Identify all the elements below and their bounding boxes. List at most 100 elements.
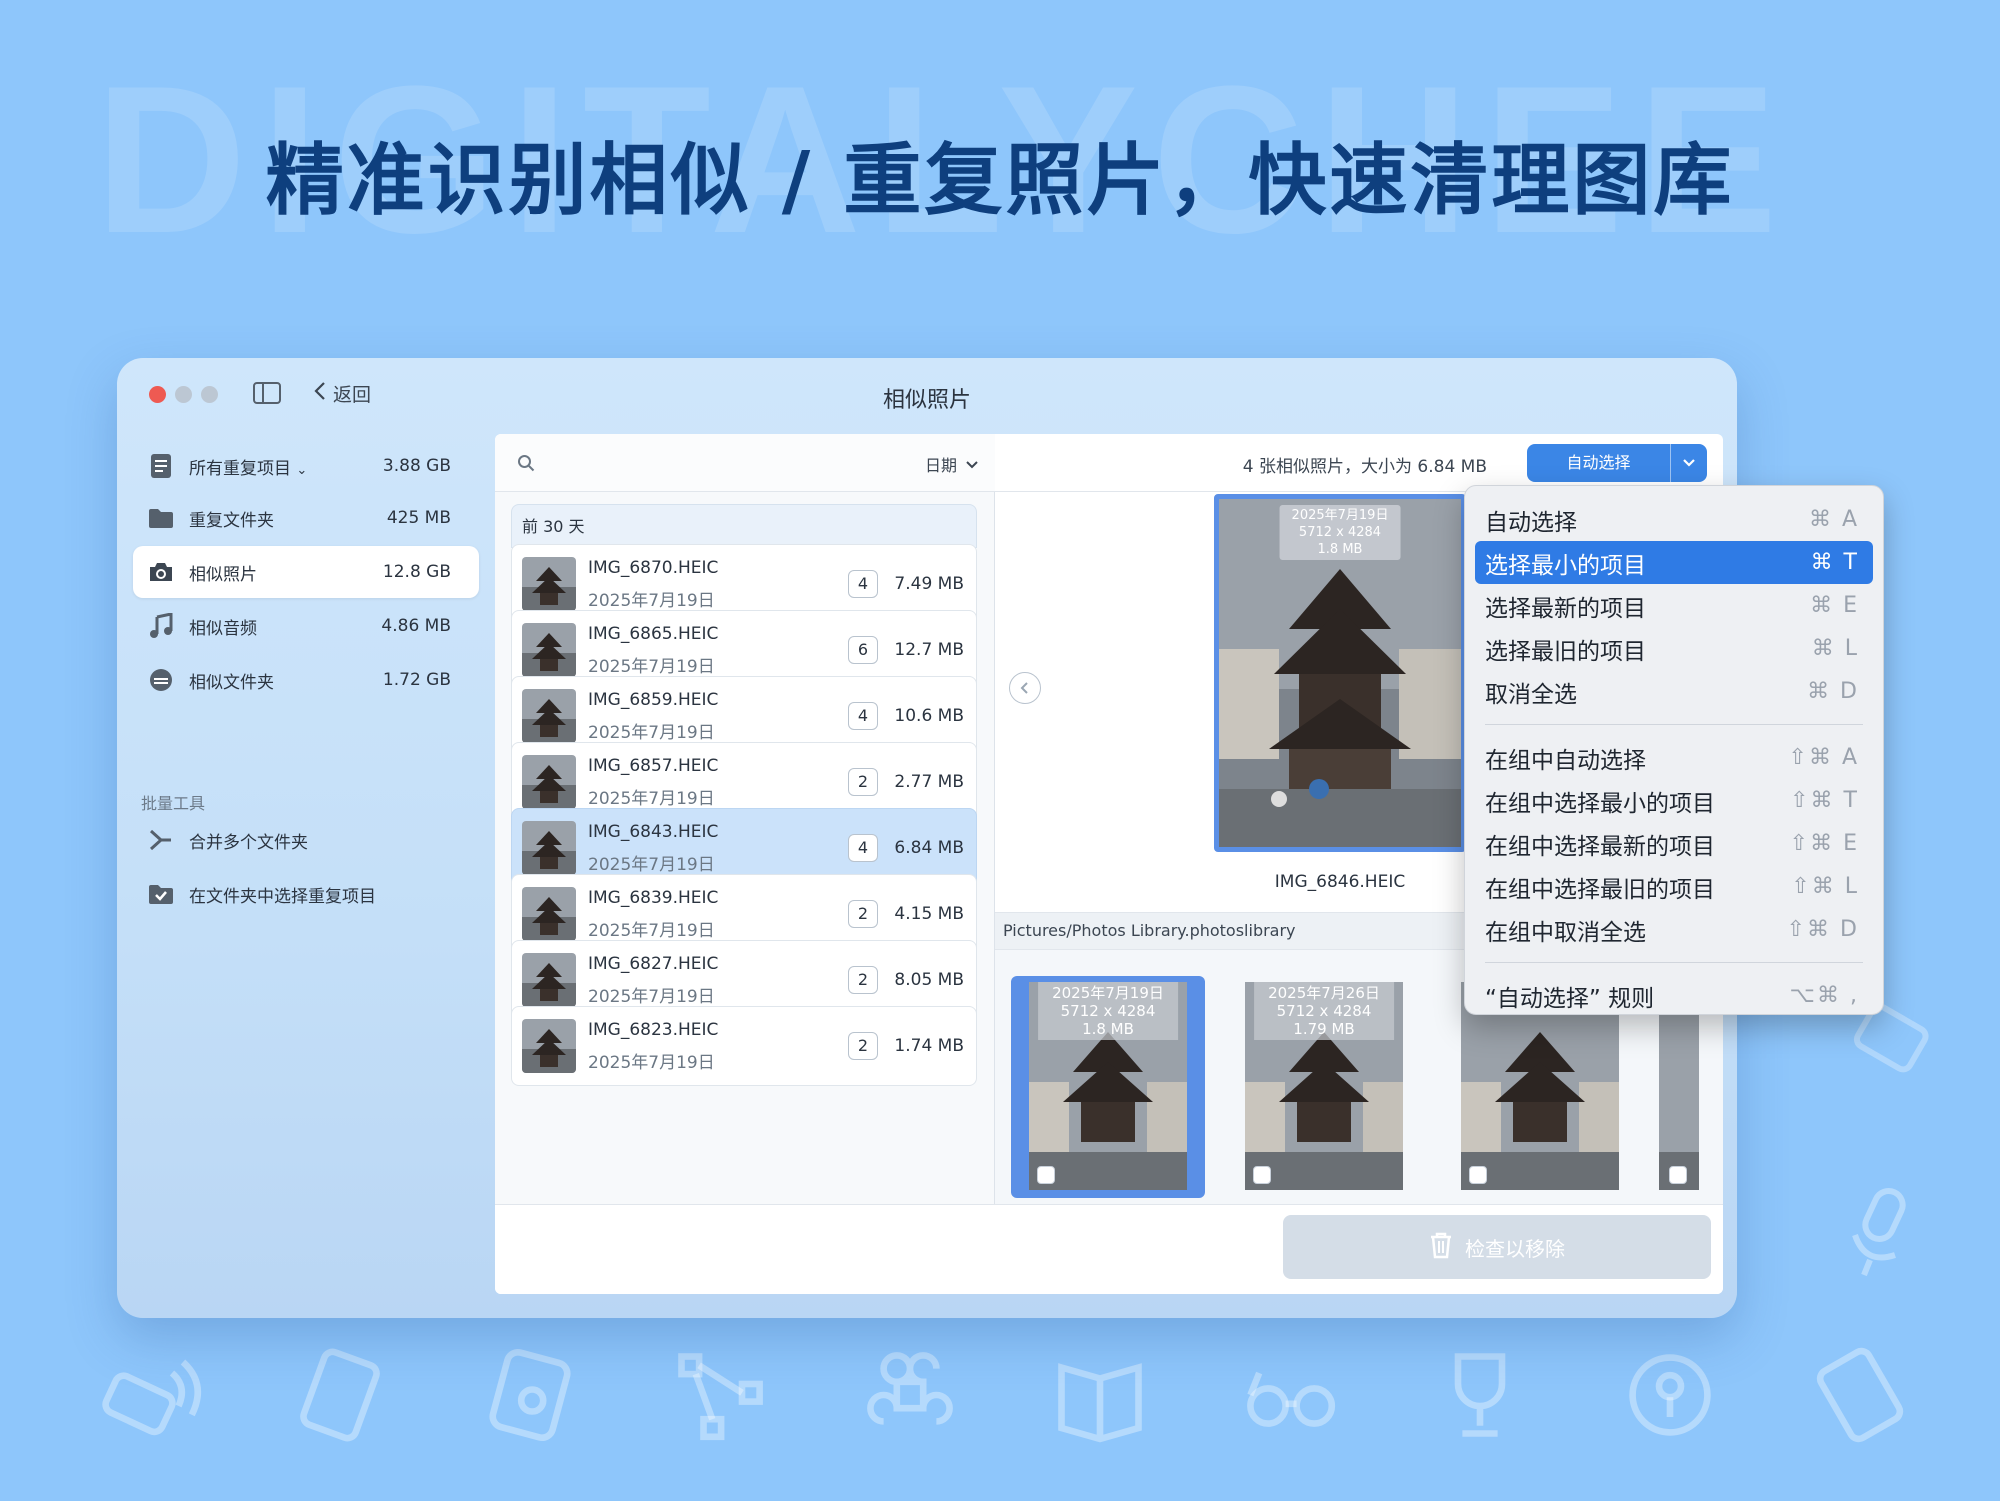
file-date: 2025年7月19日	[588, 1048, 848, 1073]
music-note-icon	[147, 612, 175, 640]
merge-icon	[147, 826, 175, 854]
menu-item-shortcut: ⌘ D	[1807, 679, 1873, 704]
list-item[interactable]: IMG_6823.HEIC2025年7月19日21.74 MB	[511, 1006, 977, 1086]
trophy-icon	[1425, 1340, 1535, 1450]
select-checkbox[interactable]	[1469, 1166, 1487, 1184]
preview-image[interactable]: 2025年7月19日 5712 x 4284 1.8 MB	[1214, 494, 1466, 852]
menu-item[interactable]: 选择最小的项目⌘ T	[1475, 541, 1873, 584]
menu-item[interactable]: “自动选择” 规则⌥⌘ ,	[1475, 974, 1873, 1017]
file-name: IMG_6823.HEIC	[588, 1020, 848, 1040]
similar-photo-card[interactable]: 2025年7月19日5712 x 42841.8 MB	[1011, 976, 1205, 1198]
file-size: 10.6 MB	[878, 706, 964, 726]
auto-select-label[interactable]: 自动选择	[1527, 444, 1671, 482]
search-icon[interactable]	[517, 454, 535, 472]
photo-group-list: 日期 前 30 天 IMG_6870.HEIC2025年7月19日47.49 M…	[495, 434, 995, 1204]
search-bar[interactable]: 日期	[495, 434, 995, 492]
select-checkbox[interactable]	[1253, 1166, 1271, 1184]
file-date: 2025年7月19日	[588, 982, 848, 1007]
menu-item-label: 选择最小的项目	[1475, 546, 1811, 580]
file-name: IMG_6839.HEIC	[588, 888, 848, 908]
similar-count-badge: 4	[848, 570, 878, 598]
file-date: 2025年7月19日	[588, 784, 848, 809]
similar-photo-date: 2025年7月19日	[1052, 984, 1164, 1002]
photo-thumbnail	[522, 623, 576, 677]
sidebar-tool-merge-folders[interactable]: 合并多个文件夹	[133, 814, 479, 866]
chevron-down-icon[interactable]	[1671, 444, 1707, 482]
menu-item-shortcut: ⌥⌘ ,	[1790, 983, 1873, 1008]
sidebar-item-similar-photos[interactable]: 相似照片 12.8 GB	[133, 546, 479, 598]
group-rows: IMG_6870.HEIC2025年7月19日47.49 MBIMG_6865.…	[511, 534, 977, 1204]
photo-thumbnail	[522, 1019, 576, 1073]
menu-item-label: 在组中自动选择	[1475, 741, 1789, 775]
chevron-down-icon[interactable]: ⌄	[296, 463, 307, 478]
file-size: 6.84 MB	[878, 838, 964, 858]
menu-item[interactable]: 自动选择⌘ A	[1475, 498, 1873, 541]
similar-count-badge: 2	[848, 966, 878, 994]
menu-item-label: 在组中选择最旧的项目	[1475, 870, 1791, 904]
folder-check-icon	[147, 880, 175, 908]
trash-icon	[1429, 1231, 1453, 1264]
preview-resolution: 5712 x 4284	[1292, 524, 1389, 541]
review-to-remove-button[interactable]: 检查以移除	[1283, 1215, 1711, 1279]
sidebar-tool-select-in-folder[interactable]: 在文件夹中选择重复项目	[133, 868, 479, 920]
window-title: 相似照片	[117, 382, 1737, 414]
menu-item[interactable]: 在组中取消全选⇧⌘ D	[1475, 908, 1873, 951]
menu-item[interactable]: 在组中选择最小的项目⇧⌘ T	[1475, 779, 1873, 822]
menu-item[interactable]: 取消全选⌘ D	[1475, 670, 1873, 713]
select-checkbox[interactable]	[1037, 1166, 1055, 1184]
menu-item[interactable]: 在组中选择最旧的项目⇧⌘ L	[1475, 865, 1873, 908]
file-name: IMG_6857.HEIC	[588, 756, 848, 776]
menu-item-label: 选择最旧的项目	[1475, 632, 1812, 666]
photo-thumbnail	[522, 755, 576, 809]
similar-photo-card[interactable]: 2025年7月26日5712 x 42841.79 MB	[1227, 976, 1421, 1198]
similar-count-badge: 4	[848, 702, 878, 730]
menu-item-label: “自动选择” 规则	[1475, 979, 1790, 1013]
menu-item[interactable]: 在组中自动选择⇧⌘ A	[1475, 736, 1873, 779]
similar-photo-size: 1.8 MB	[1052, 1020, 1164, 1038]
sidebar-item-duplicate-folders[interactable]: 重复文件夹 425 MB	[133, 492, 479, 544]
sidebar-item-similar-folders[interactable]: 相似文件夹 1.72 GB	[133, 654, 479, 706]
sidebar-item-size: 12.8 GB	[383, 562, 451, 582]
similar-photo-date: 2025年7月26日	[1268, 984, 1380, 1002]
vector-path-icon	[665, 1340, 775, 1450]
chevron-left-icon	[1020, 681, 1030, 695]
menu-item[interactable]: 在组中选择最新的项目⇧⌘ E	[1475, 822, 1873, 865]
background-icon-row	[0, 1340, 2000, 1480]
file-name: IMG_6870.HEIC	[588, 558, 848, 578]
menu-item-label: 在组中选择最小的项目	[1475, 784, 1790, 818]
sidebar-item-size: 1.72 GB	[383, 670, 451, 690]
sort-label: 日期	[925, 452, 957, 476]
menu-separator	[1485, 962, 1863, 963]
group-summary: 4 张相似照片，大小为 6.84 MB	[1243, 452, 1487, 477]
sort-dropdown[interactable]: 日期	[925, 452, 979, 476]
menu-item-shortcut: ⌘ T	[1811, 550, 1873, 575]
menu-item[interactable]: 选择最旧的项目⌘ L	[1475, 627, 1873, 670]
preview-filename: IMG_6846.HEIC	[1214, 872, 1466, 892]
similar-photo-resolution: 5712 x 4284	[1268, 1002, 1380, 1020]
menu-item-shortcut: ⇧⌘ E	[1790, 831, 1873, 856]
file-name: IMG_6843.HEIC	[588, 822, 848, 842]
sidebar-item-size: 425 MB	[387, 508, 451, 528]
sidebar-item-label: 相似音频	[189, 614, 381, 639]
tools-heading: 批量工具	[141, 790, 205, 814]
sidebar-item-all-duplicates[interactable]: 所有重复项目 ⌄ 3.88 GB	[133, 440, 479, 492]
auto-select-menu: 自动选择⌘ A选择最小的项目⌘ T选择最新的项目⌘ E选择最旧的项目⌘ L取消全…	[1464, 485, 1884, 1015]
similar-photo-meta: 2025年7月19日5712 x 42841.8 MB	[1038, 982, 1178, 1040]
sidebar-item-similar-audio[interactable]: 相似音频 4.86 MB	[133, 600, 479, 652]
menu-separator	[1485, 724, 1863, 725]
select-checkbox[interactable]	[1669, 1166, 1687, 1184]
file-date: 2025年7月19日	[588, 850, 848, 875]
auto-select-button[interactable]: 自动选择	[1527, 444, 1707, 482]
chevron-down-icon	[965, 455, 979, 474]
page-headline: 精准识别相似 / 重复照片，快速清理图库	[0, 118, 2000, 230]
book-icon	[1045, 1340, 1155, 1450]
photo-thumbnail	[522, 887, 576, 941]
menu-item-shortcut: ⌘ A	[1809, 507, 1873, 532]
menu-item-label: 在组中选择最新的项目	[1475, 827, 1790, 861]
title-bar: 返回 相似照片	[117, 358, 1737, 434]
document-list-icon	[147, 452, 175, 480]
file-size: 1.74 MB	[878, 1036, 964, 1056]
menu-item[interactable]: 选择最新的项目⌘ E	[1475, 584, 1873, 627]
previous-photo-button[interactable]	[1009, 672, 1041, 704]
photo-thumbnail	[522, 689, 576, 743]
